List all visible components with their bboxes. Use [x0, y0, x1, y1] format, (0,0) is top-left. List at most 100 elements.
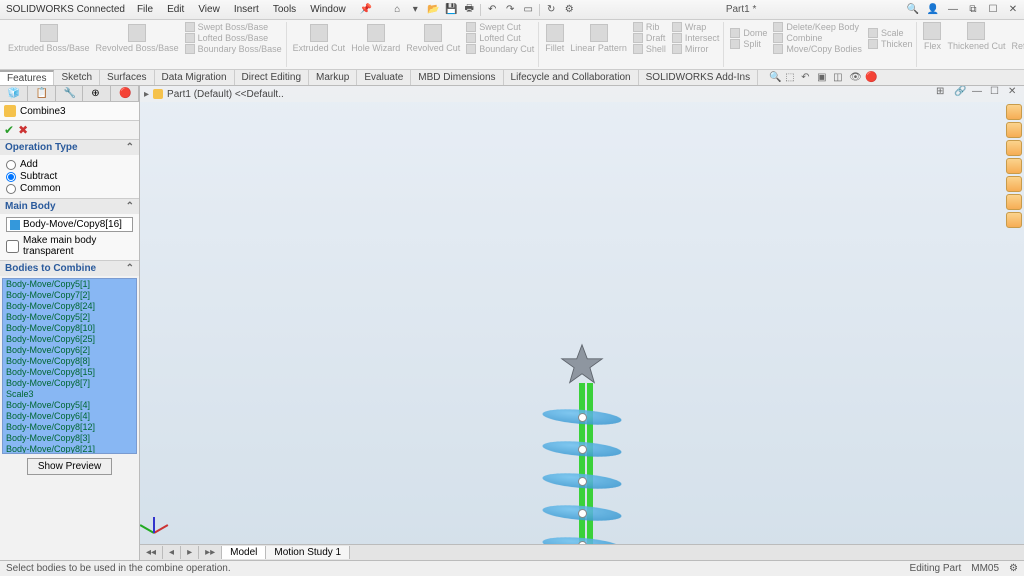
taskpane-forum-icon[interactable]: [1006, 212, 1022, 228]
open-icon[interactable]: 📂: [426, 3, 440, 17]
menu-tools[interactable]: Tools: [267, 2, 302, 17]
hide-show-icon[interactable]: 👁: [849, 72, 861, 84]
list-item[interactable]: Body-Move/Copy8[8]: [3, 356, 136, 367]
extruded-boss-button[interactable]: Extruded Boss/Base: [8, 24, 90, 53]
transparent-checkbox[interactable]: Make main body transparent: [6, 235, 133, 257]
tab-mbd[interactable]: MBD Dimensions: [411, 70, 503, 85]
section-header[interactable]: Bodies to Combine⌃: [0, 261, 139, 276]
tab-data-migration[interactable]: Data Migration: [155, 70, 235, 85]
thicken-button[interactable]: Thicken: [868, 39, 913, 49]
menu-file[interactable]: File: [131, 2, 159, 17]
mirror-button[interactable]: Mirror: [672, 44, 720, 54]
new-icon[interactable]: ▾: [408, 3, 422, 17]
scale-button[interactable]: Scale: [868, 28, 913, 38]
ref-geometry-button[interactable]: Reference Geometry: [1011, 22, 1024, 51]
tab-features[interactable]: Features: [0, 70, 54, 85]
move-copy-button[interactable]: Move/Copy Bodies: [773, 44, 862, 54]
dome-button[interactable]: Dome: [730, 28, 767, 38]
list-item[interactable]: Body-Move/Copy8[7]: [3, 378, 136, 389]
flex-button[interactable]: Flex: [923, 22, 941, 51]
list-item[interactable]: Scale3: [3, 389, 136, 400]
tab-lifecycle[interactable]: Lifecycle and Collaboration: [504, 70, 639, 85]
list-item[interactable]: Body-Move/Copy8[15]: [3, 367, 136, 378]
list-item[interactable]: Body-Move/Copy6[4]: [3, 411, 136, 422]
shell-button[interactable]: Shell: [633, 44, 666, 54]
hole-wizard-button[interactable]: Hole Wizard: [351, 24, 400, 53]
boundary-cut-button[interactable]: Boundary Cut: [466, 44, 534, 54]
taskpane-custom-icon[interactable]: [1006, 194, 1022, 210]
tab-evaluate[interactable]: Evaluate: [357, 70, 411, 85]
zoom-fit-icon[interactable]: 🔍: [769, 72, 781, 84]
swept-boss-button[interactable]: Swept Boss/Base: [185, 22, 282, 32]
tab-surfaces[interactable]: Surfaces: [100, 70, 154, 85]
radio-subtract[interactable]: Subtract: [6, 171, 133, 182]
split-button[interactable]: Split: [730, 39, 767, 49]
list-item[interactable]: Body-Move/Copy8[3]: [3, 433, 136, 444]
show-preview-button[interactable]: Show Preview: [27, 458, 112, 475]
tab-scroll-left[interactable]: ◂◂: [140, 546, 163, 559]
taskpane-view-icon[interactable]: [1006, 158, 1022, 174]
cancel-button[interactable]: ✖: [18, 123, 28, 137]
tab-appearance-icon[interactable]: 🔴: [111, 86, 139, 101]
revolved-cut-button[interactable]: Revolved Cut: [406, 24, 460, 53]
status-units[interactable]: MM05: [971, 563, 999, 574]
revolved-boss-button[interactable]: Revolved Boss/Base: [96, 24, 179, 53]
linear-pattern-button[interactable]: Linear Pattern: [570, 24, 627, 53]
tab-feature-tree-icon[interactable]: 🧊: [0, 86, 28, 101]
select-icon[interactable]: ▭: [521, 3, 535, 17]
section-header[interactable]: Operation Type⌃: [0, 140, 139, 155]
radio-add[interactable]: Add: [6, 159, 133, 170]
window-min-icon[interactable]: —: [972, 86, 984, 98]
print-icon[interactable]: 🖶: [462, 3, 476, 17]
section-header[interactable]: Main Body⌃: [0, 199, 139, 214]
user-icon[interactable]: 👤: [926, 3, 940, 17]
main-body-field[interactable]: Body-Move/Copy8[16]: [6, 217, 133, 232]
save-icon[interactable]: 💾: [444, 3, 458, 17]
window-split-icon[interactable]: ⊞: [936, 86, 948, 98]
graphics-viewport[interactable]: ▸ Part1 (Default) <<Default.. ⊞ 🔗 — ☐ ✕: [140, 86, 1024, 560]
status-options-icon[interactable]: ⚙: [1009, 563, 1018, 574]
swept-cut-button[interactable]: Swept Cut: [466, 22, 534, 32]
window-close-icon[interactable]: ✕: [1008, 86, 1020, 98]
delete-body-button[interactable]: Delete/Keep Body: [773, 22, 862, 32]
extruded-cut-button[interactable]: Extruded Cut: [293, 24, 346, 53]
list-item[interactable]: Body-Move/Copy8[12]: [3, 422, 136, 433]
section-view-icon[interactable]: ▣: [817, 72, 829, 84]
tab-scroll-left-one[interactable]: ◂: [163, 546, 181, 559]
list-item[interactable]: Body-Move/Copy8[24]: [3, 301, 136, 312]
tab-config-icon[interactable]: 🔧: [56, 86, 84, 101]
tab-addins[interactable]: SOLIDWORKS Add-Ins: [639, 70, 758, 85]
combine-button[interactable]: Combine: [773, 33, 862, 43]
intersect-button[interactable]: Intersect: [672, 33, 720, 43]
tab-property-icon[interactable]: 📋: [28, 86, 56, 101]
rib-button[interactable]: Rib: [633, 22, 666, 32]
lofted-cut-button[interactable]: Lofted Cut: [466, 33, 534, 43]
tab-motion-study[interactable]: Motion Study 1: [266, 546, 350, 559]
list-item[interactable]: Body-Move/Copy7[2]: [3, 290, 136, 301]
rebuild-icon[interactable]: ↻: [544, 3, 558, 17]
maximize-icon[interactable]: ☐: [986, 3, 1000, 17]
expand-tree-icon[interactable]: ▸: [144, 89, 149, 100]
taskpane-library-icon[interactable]: [1006, 140, 1022, 156]
taskpane-appearance-icon[interactable]: [1006, 176, 1022, 192]
list-item[interactable]: Body-Move/Copy5[1]: [3, 279, 136, 290]
thickened-cut-button[interactable]: Thickened Cut: [947, 22, 1005, 51]
close-icon[interactable]: ✕: [1006, 3, 1020, 17]
tab-scroll-right[interactable]: ▸▸: [199, 546, 222, 559]
tab-scroll-right-one[interactable]: ▸: [181, 546, 199, 559]
restore-icon[interactable]: ⧉: [966, 3, 980, 17]
menu-edit[interactable]: Edit: [161, 2, 190, 17]
list-item[interactable]: Body-Move/Copy6[25]: [3, 334, 136, 345]
list-item[interactable]: Body-Move/Copy8[21]: [3, 444, 136, 454]
prev-view-icon[interactable]: ↶: [801, 72, 813, 84]
tab-model[interactable]: Model: [222, 546, 266, 559]
menu-window[interactable]: Window: [304, 2, 352, 17]
minimize-icon[interactable]: —: [946, 3, 960, 17]
list-item[interactable]: Body-Move/Copy8[10]: [3, 323, 136, 334]
list-item[interactable]: Body-Move/Copy6[2]: [3, 345, 136, 356]
draft-button[interactable]: Draft: [633, 33, 666, 43]
list-item[interactable]: Body-Move/Copy5[2]: [3, 312, 136, 323]
view-triad[interactable]: [148, 510, 178, 540]
lofted-boss-button[interactable]: Lofted Boss/Base: [185, 33, 282, 43]
menu-pin-icon[interactable]: 📌: [354, 2, 378, 17]
